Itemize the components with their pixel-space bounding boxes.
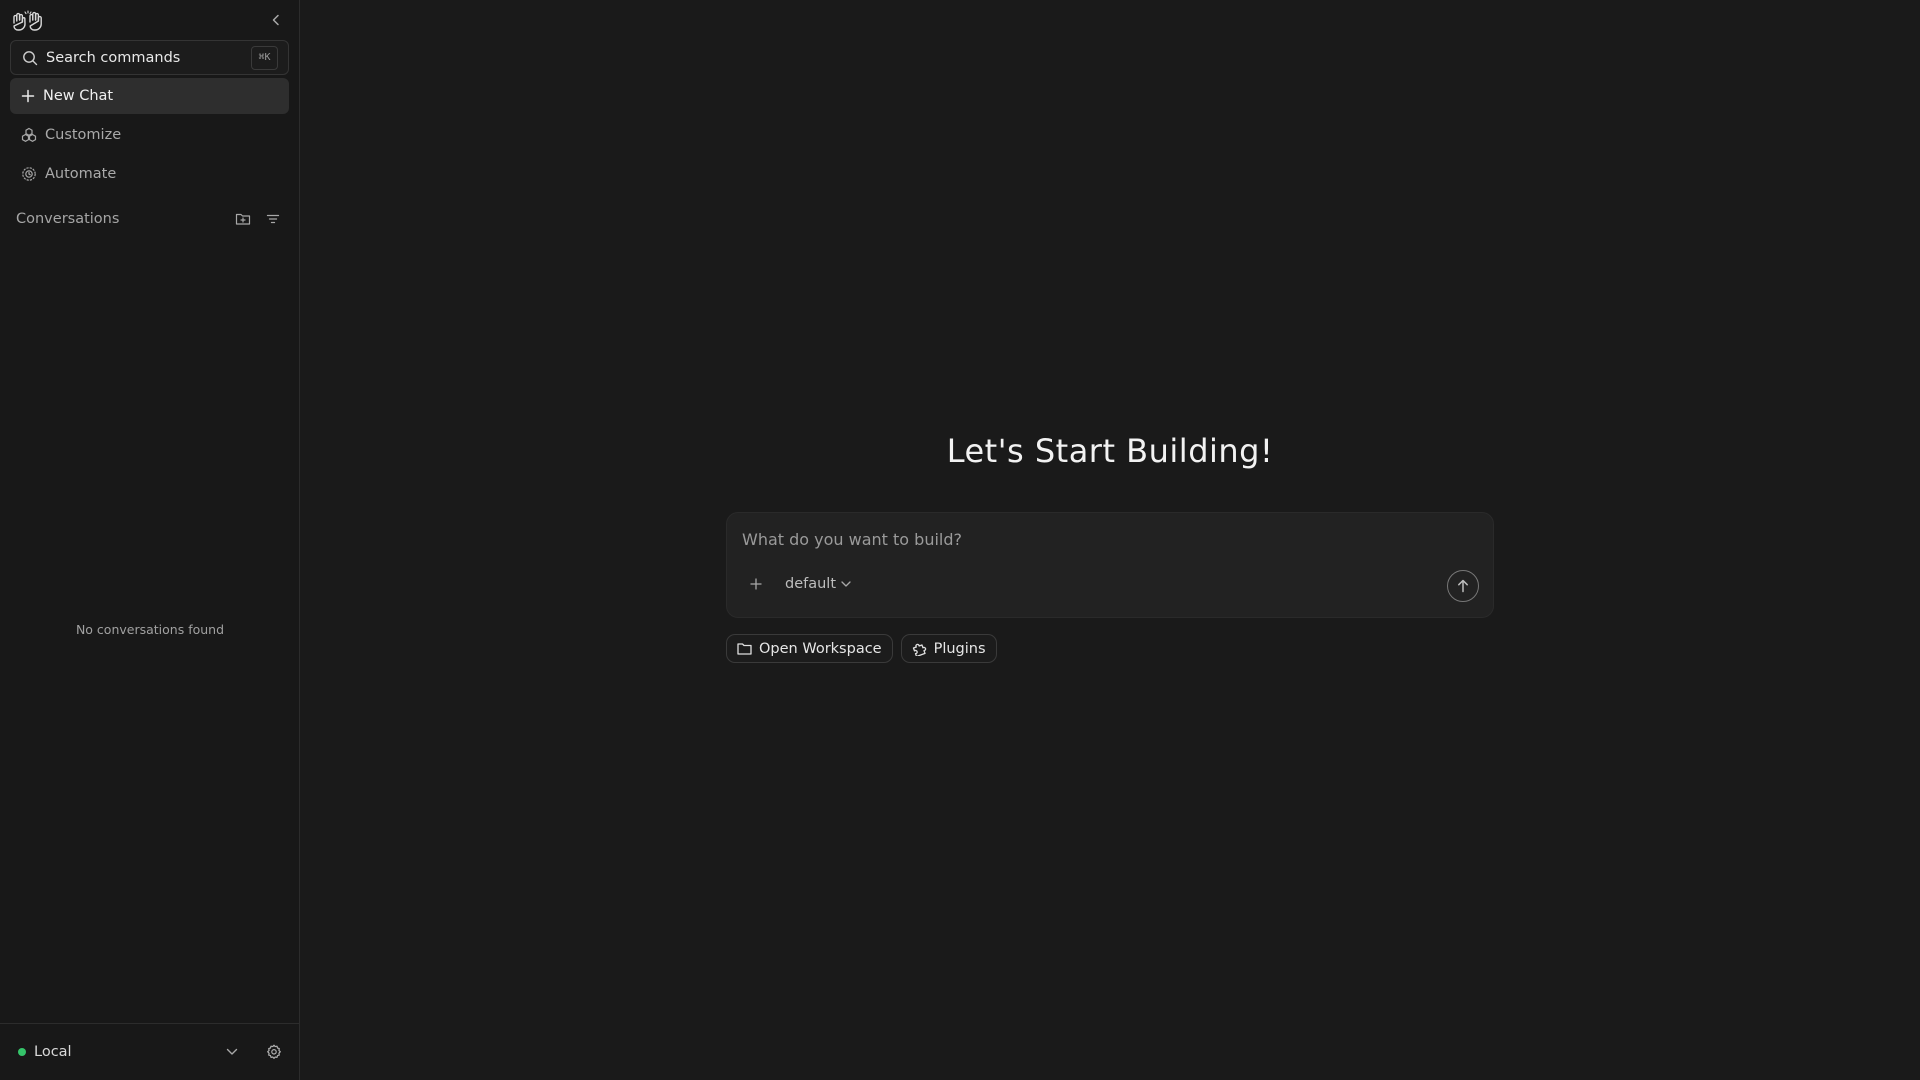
conversations-header: Conversations xyxy=(0,201,299,237)
gear-clock-icon xyxy=(22,167,36,181)
collapse-sidebar-button[interactable] xyxy=(265,9,287,31)
keyboard-shortcut-badge: ⌘K xyxy=(251,45,278,70)
sidebar: Search commands ⌘K New Chat Customize Au… xyxy=(0,0,300,1080)
search-commands-input[interactable]: Search commands ⌘K xyxy=(10,40,289,75)
sidebar-item-customize[interactable]: Customize xyxy=(10,117,289,153)
new-chat-label: New Chat xyxy=(43,88,114,104)
new-folder-button[interactable] xyxy=(231,207,255,231)
sidebar-footer: Local xyxy=(0,1023,300,1080)
gear-icon xyxy=(267,1044,281,1059)
open-workspace-button[interactable]: Open Workspace xyxy=(726,634,893,663)
puzzle-piece-icon xyxy=(912,643,926,656)
automate-label: Automate xyxy=(45,166,117,182)
folder-icon xyxy=(737,643,752,655)
chevron-down-icon xyxy=(226,1048,238,1055)
chevron-down-icon xyxy=(841,581,851,587)
customize-label: Customize xyxy=(45,127,122,143)
attach-button[interactable] xyxy=(745,573,767,595)
environment-dropdown-button[interactable] xyxy=(220,1040,244,1064)
search-icon xyxy=(23,50,38,65)
plugins-button[interactable]: Plugins xyxy=(900,634,997,663)
main-panel: Let's Start Building! default xyxy=(300,0,1920,1080)
sidebar-header xyxy=(0,0,299,40)
filter-lines-icon xyxy=(266,214,280,224)
model-select[interactable]: default xyxy=(785,573,851,595)
page-title: Let's Start Building! xyxy=(946,432,1274,470)
chat-composer: default xyxy=(726,512,1494,618)
settings-button[interactable] xyxy=(262,1040,286,1064)
filter-button[interactable] xyxy=(261,207,285,231)
cubes-icon xyxy=(21,127,37,142)
prompt-input[interactable] xyxy=(742,527,1472,551)
no-conversations-message: No conversations found xyxy=(75,622,225,637)
environment-label: Local xyxy=(34,1044,72,1060)
folder-plus-icon xyxy=(235,213,251,225)
send-button[interactable] xyxy=(1447,570,1479,602)
plus-icon xyxy=(21,89,35,103)
sidebar-item-automate[interactable]: Automate xyxy=(10,156,289,192)
app-root: Search commands ⌘K New Chat Customize Au… xyxy=(0,0,1920,1080)
search-commands-label: Search commands xyxy=(46,49,181,66)
conversations-title: Conversations xyxy=(16,211,120,227)
quick-actions: Open Workspace Plugins xyxy=(726,634,1005,663)
chevron-left-icon xyxy=(272,14,279,26)
arrow-up-icon xyxy=(1458,579,1468,593)
new-chat-button[interactable]: New Chat xyxy=(10,78,289,114)
model-select-value: default xyxy=(785,576,837,592)
plugins-label: Plugins xyxy=(933,640,986,657)
open-workspace-label: Open Workspace xyxy=(759,640,882,657)
plus-icon xyxy=(750,578,762,590)
status-dot xyxy=(18,1048,26,1056)
waving-hands-logo-icon[interactable] xyxy=(11,6,47,34)
